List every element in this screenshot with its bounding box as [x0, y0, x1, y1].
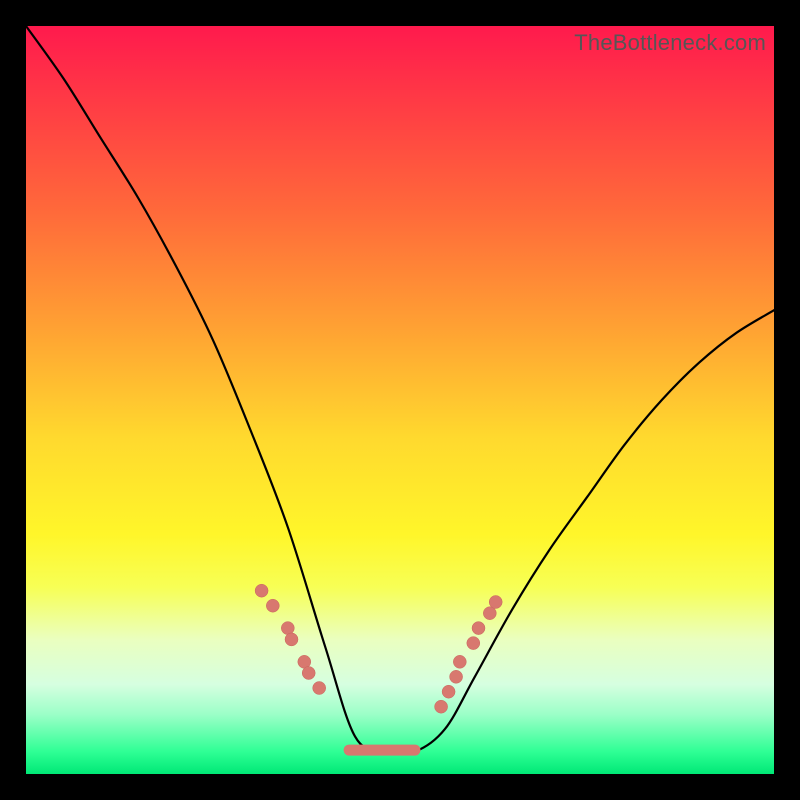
marker-dot [266, 599, 279, 612]
marker-dot [453, 655, 466, 668]
marker-dot [302, 667, 315, 680]
marker-dot [255, 584, 268, 597]
curve-layer [26, 26, 774, 774]
bottleneck-curve [26, 26, 774, 754]
marker-dot [483, 607, 496, 620]
marker-dot [442, 685, 455, 698]
marker-dot [285, 633, 298, 646]
marker-dot [450, 670, 463, 683]
marker-dot [435, 700, 448, 713]
marker-dot [489, 596, 502, 609]
marker-cluster-left [255, 584, 326, 694]
marker-dot [472, 622, 485, 635]
marker-dot [313, 682, 326, 695]
marker-dot [281, 622, 294, 635]
chart-frame: TheBottleneck.com [26, 26, 774, 774]
marker-cluster-right [435, 596, 503, 714]
watermark-text: TheBottleneck.com [574, 30, 766, 56]
marker-dot [467, 637, 480, 650]
plot-area: TheBottleneck.com [26, 26, 774, 774]
